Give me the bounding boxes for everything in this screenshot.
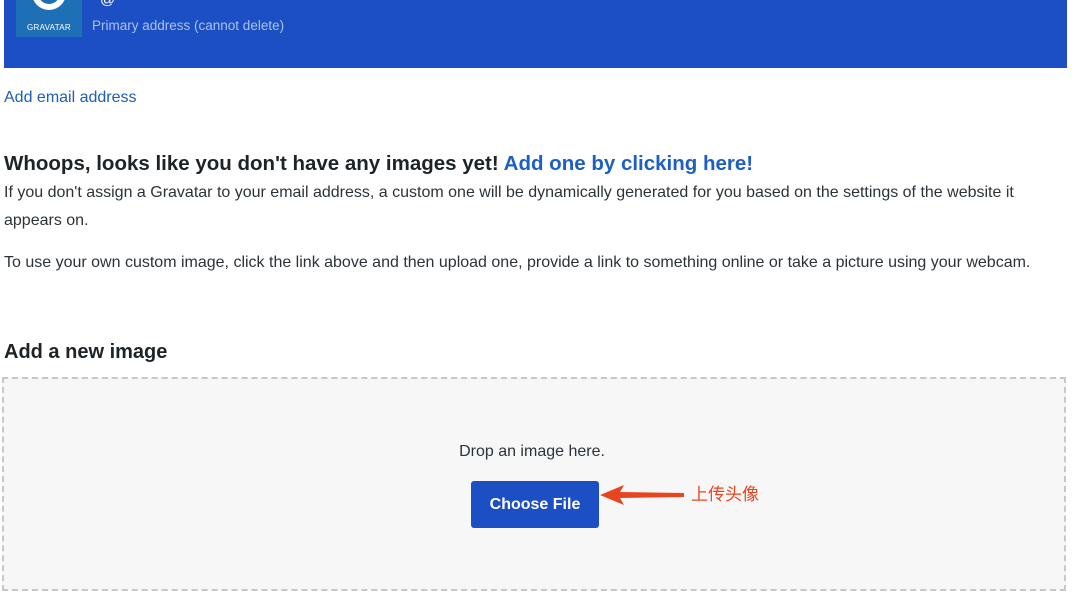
no-images-heading: Whoops, looks like you don't have any im… (4, 152, 753, 176)
gravatar-logo-icon: GRAVATAR (16, 0, 82, 37)
arrow-left-icon (600, 485, 684, 505)
gravatar-logo-text: GRAVATAR (26, 23, 72, 32)
add-image-link[interactable]: Add one by clicking here! (504, 152, 753, 175)
upload-avatar-annotation: 上传头像 (691, 485, 759, 505)
email-address-partial: @ (100, 0, 115, 8)
add-email-address-link[interactable]: Add email address (4, 89, 137, 107)
drop-hint-text: Drop an image here. (459, 443, 605, 460)
no-images-heading-text: Whoops, looks like you don't have any im… (4, 152, 499, 175)
custom-image-paragraph: To use your own custom image, click the … (4, 254, 1031, 271)
gravatar-info-paragraph: If you don't assign a Gravatar to your e… (4, 184, 1014, 229)
add-new-image-heading: Add a new image (4, 341, 168, 363)
primary-address-note: Primary address (cannot delete) (92, 18, 285, 33)
email-card-banner: GRAVATAR @ Primary address (cannot delet… (4, 0, 1067, 68)
choose-file-button[interactable]: Choose File (471, 481, 599, 528)
gravatar-logo-mark (32, 0, 66, 10)
